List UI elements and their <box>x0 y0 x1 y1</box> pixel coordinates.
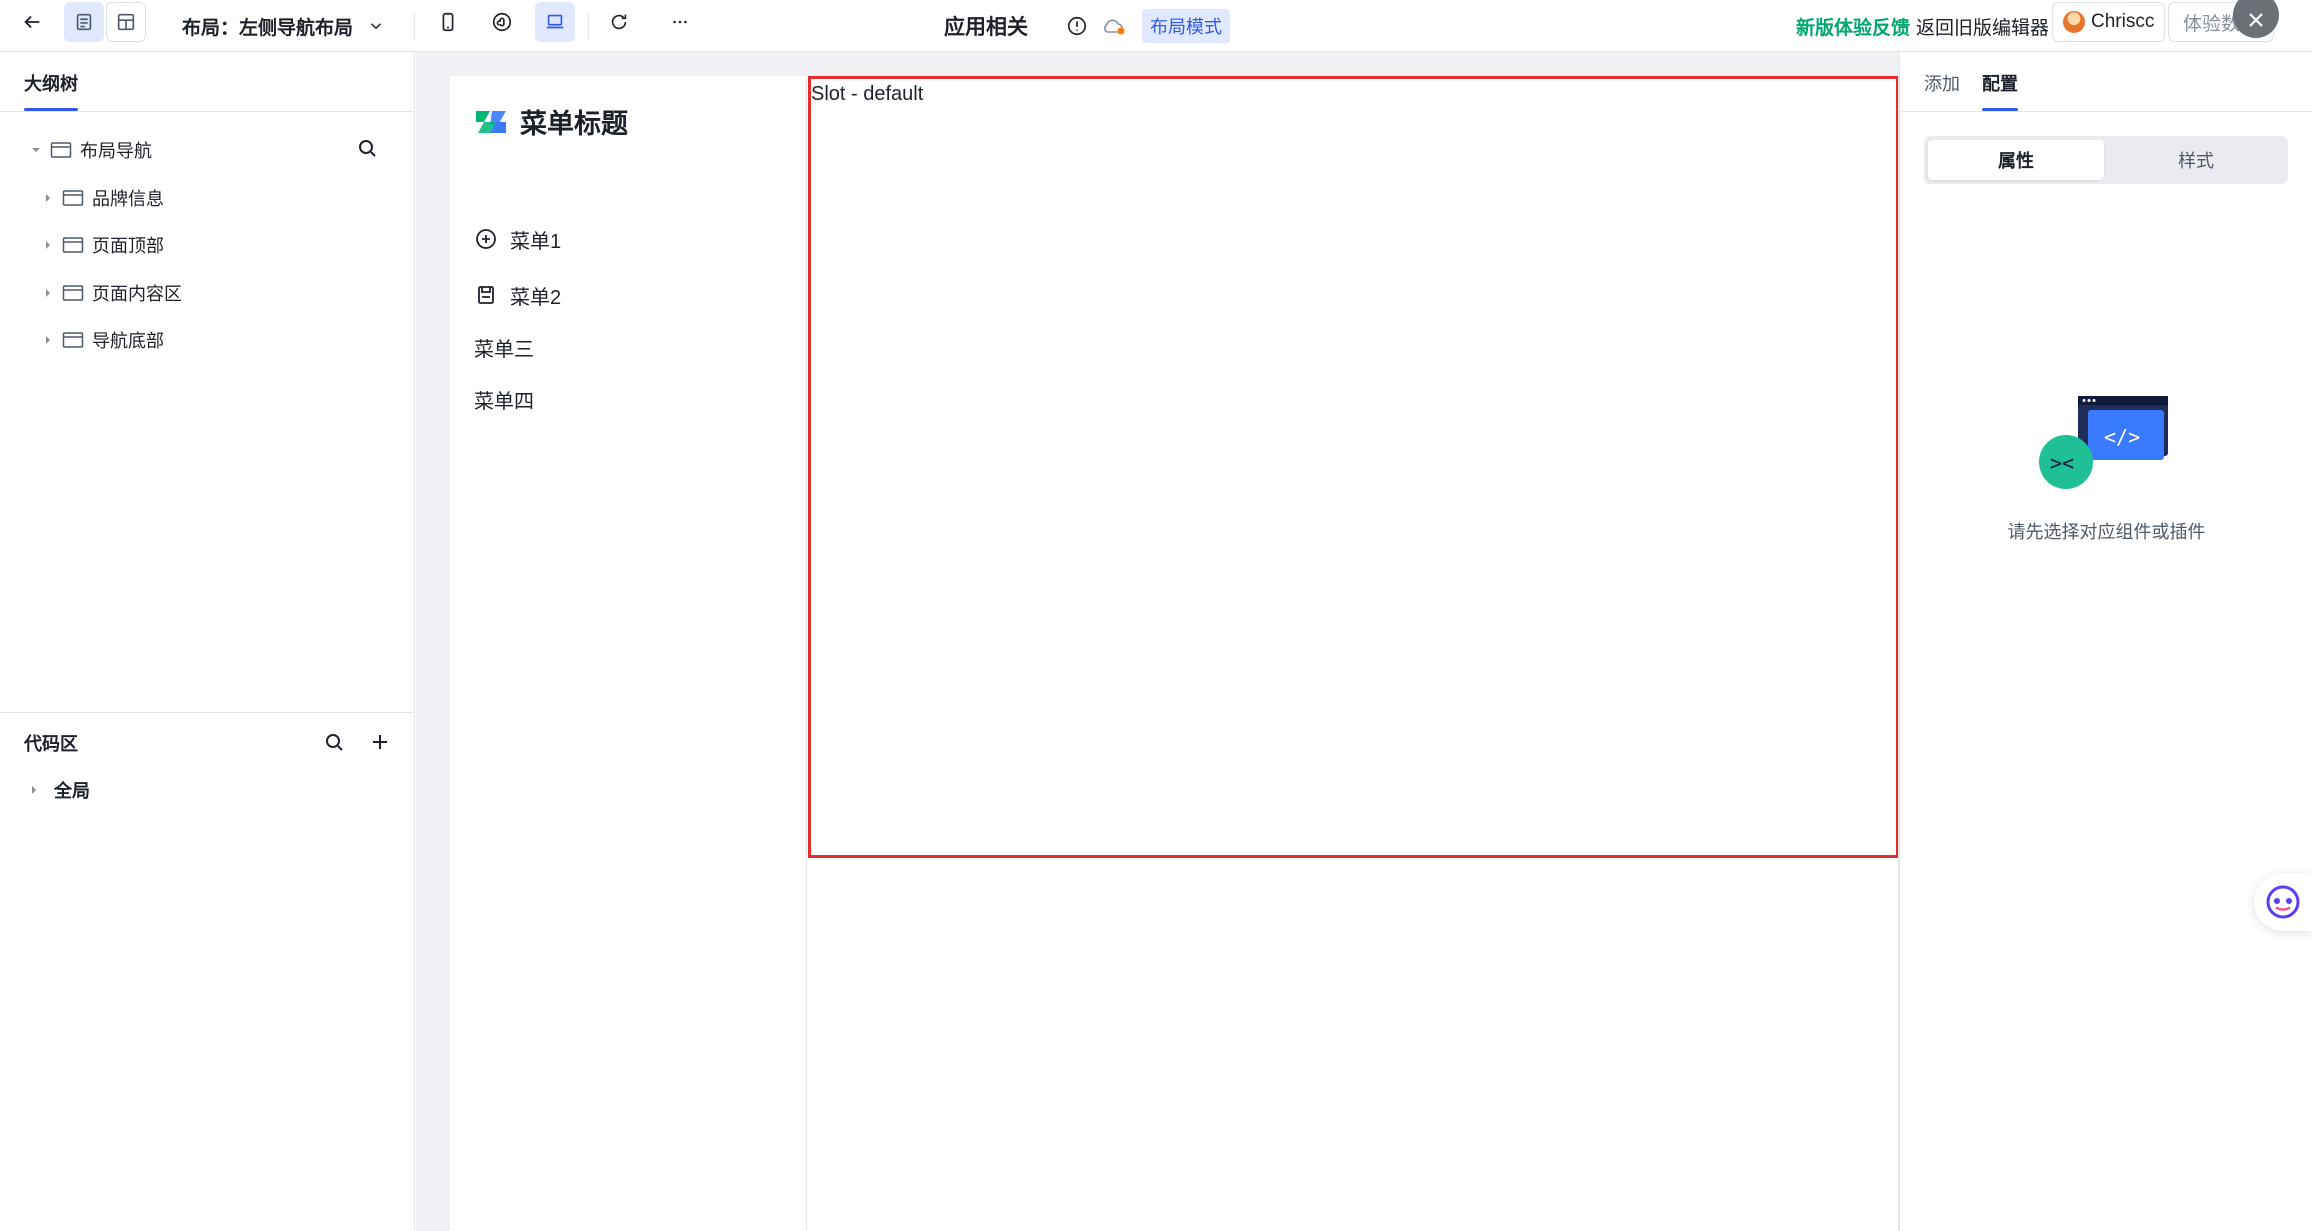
info-icon-wrap[interactable] <box>1066 0 1088 52</box>
default-slot[interactable]: Slot - default <box>808 76 1899 858</box>
tree-node-page-content[interactable]: 页面内容区 <box>42 277 182 309</box>
mobile-preview-button[interactable] <box>428 2 468 42</box>
side-navigation[interactable]: 菜单标题 菜单1 菜单2 菜单三 菜单四 <box>450 76 807 1231</box>
caret-right-icon[interactable] <box>42 239 54 251</box>
old-editor-link[interactable]: 返回旧版编辑器 <box>1916 0 2049 52</box>
tab-outline-tree[interactable]: 大纲树 <box>24 70 78 96</box>
empty-state-illustration-icon: </> >< <box>2039 396 2168 489</box>
miniprogram-icon <box>492 12 512 32</box>
document-icon <box>76 13 92 31</box>
code-node-label: 全局 <box>54 781 90 801</box>
plus-circle-icon <box>476 229 496 249</box>
tree-node-nav-footer[interactable]: 导航底部 <box>42 324 164 356</box>
menu-item-1[interactable]: 菜单1 <box>474 222 561 256</box>
divider <box>0 111 415 112</box>
mobile-icon <box>442 12 454 32</box>
code-area-title: 代码区 <box>24 734 78 754</box>
tree-node-label: 布局导航 <box>80 141 152 161</box>
laptop-icon <box>546 14 564 29</box>
tree-node-brand-info[interactable]: 品牌信息 <box>42 182 164 214</box>
save-icon <box>478 286 494 304</box>
layout-selector[interactable]: 布局：左侧导航布局 <box>182 0 385 52</box>
toolbar-divider <box>414 12 415 40</box>
robot-icon <box>2266 885 2300 919</box>
user-name: Chriscc <box>2091 11 2155 32</box>
more-horizontal-icon <box>673 20 687 24</box>
tab-config[interactable]: 配置 <box>1982 70 2018 96</box>
desktop-preview-button[interactable] <box>535 2 575 42</box>
tree-node-label: 品牌信息 <box>92 189 164 209</box>
arrow-left-icon <box>24 15 40 29</box>
chevron-down-icon <box>370 23 382 30</box>
component-icon <box>50 142 72 158</box>
content-area[interactable]: Slot - default <box>808 76 1899 1231</box>
component-icon <box>62 285 84 301</box>
slot-label: Slot - default <box>811 83 924 105</box>
alert-circle-icon <box>1067 16 1087 36</box>
segment-styles[interactable]: 样式 <box>2108 140 2284 180</box>
tree-node-layout-nav[interactable]: 布局导航 <box>30 134 152 166</box>
plus-icon[interactable] <box>368 730 392 754</box>
component-icon <box>62 190 84 206</box>
page-preview[interactable]: 菜单标题 菜单1 菜单2 菜单三 菜单四 Slot - default <box>450 76 1899 1231</box>
user-menu-button[interactable]: Chriscc <box>2052 2 2166 42</box>
more-button[interactable] <box>660 2 700 42</box>
component-icon <box>62 332 84 348</box>
feedback-link[interactable]: 新版体验反馈 <box>1796 0 1910 52</box>
panel-splitter[interactable] <box>0 712 415 713</box>
layout-mode-badge: 布局模式 <box>1142 0 1230 52</box>
tree-node-label: 页面内容区 <box>92 284 182 304</box>
right-panel: 添加 配置 属性 样式 </> >< 请先选择对应组件或插件 <box>1899 52 2312 1231</box>
close-icon <box>2249 13 2263 27</box>
caret-right-icon[interactable] <box>42 287 54 299</box>
avatar <box>2063 11 2085 33</box>
assistant-button[interactable] <box>2254 873 2312 931</box>
cloud-status <box>1101 0 1127 52</box>
search-icon[interactable] <box>322 730 346 754</box>
top-bar: 布局：左侧导航布局 应用相关 布局模式 新版体验反馈 返回旧版编辑器 Chris… <box>0 0 2312 52</box>
refresh-button[interactable] <box>599 2 639 42</box>
miniprogram-preview-button[interactable] <box>482 2 522 42</box>
menu-item-2[interactable]: 菜单2 <box>474 278 561 312</box>
left-panel: 大纲树 布局导航 品牌信息 页面顶部 页面内容区 导航底部 代码区 全局 <box>0 52 415 1231</box>
layout-label: 布局：左侧导航布局 <box>182 17 354 39</box>
brand-info[interactable]: 菜单标题 <box>474 102 628 141</box>
brand-logo-icon <box>476 110 506 133</box>
caret-right-icon[interactable] <box>42 192 54 204</box>
segment-control: 属性 样式 <box>1924 136 2288 184</box>
code-node-global[interactable]: 全局 <box>28 774 90 806</box>
app-title: 应用相关 <box>944 16 1028 39</box>
menu-item-3[interactable]: 菜单三 <box>474 330 534 364</box>
caret-right-icon[interactable] <box>42 334 54 346</box>
caret-down-icon[interactable] <box>30 144 42 156</box>
tree-node-page-header[interactable]: 页面顶部 <box>42 229 164 261</box>
layout-view-button[interactable] <box>106 2 146 42</box>
back-button[interactable] <box>12 2 52 42</box>
tab-add[interactable]: 添加 <box>1924 70 1960 96</box>
svg-text:><: >< <box>2050 451 2074 475</box>
refresh-icon <box>611 14 627 30</box>
tree-node-label: 导航底部 <box>92 331 164 351</box>
page-view-button[interactable] <box>64 2 104 42</box>
caret-right-icon[interactable] <box>28 784 40 796</box>
layout-icon <box>117 13 135 31</box>
design-canvas[interactable]: 菜单标题 菜单1 菜单2 菜单三 菜单四 Slot - default <box>416 52 1899 1231</box>
svg-text:</>: </> <box>2104 425 2140 449</box>
cloud-icon <box>1104 19 1125 35</box>
search-icon[interactable] <box>355 136 379 160</box>
empty-state-text: 请先选择对应组件或插件 <box>2007 522 2206 542</box>
tree-node-label: 页面顶部 <box>92 236 164 256</box>
menu-item-4[interactable]: 菜单四 <box>474 382 534 416</box>
segment-properties[interactable]: 属性 <box>1928 140 2104 180</box>
menu-title: 菜单标题 <box>520 109 628 139</box>
toolbar-divider <box>588 12 589 40</box>
divider <box>1900 111 2312 112</box>
component-icon <box>62 237 84 253</box>
